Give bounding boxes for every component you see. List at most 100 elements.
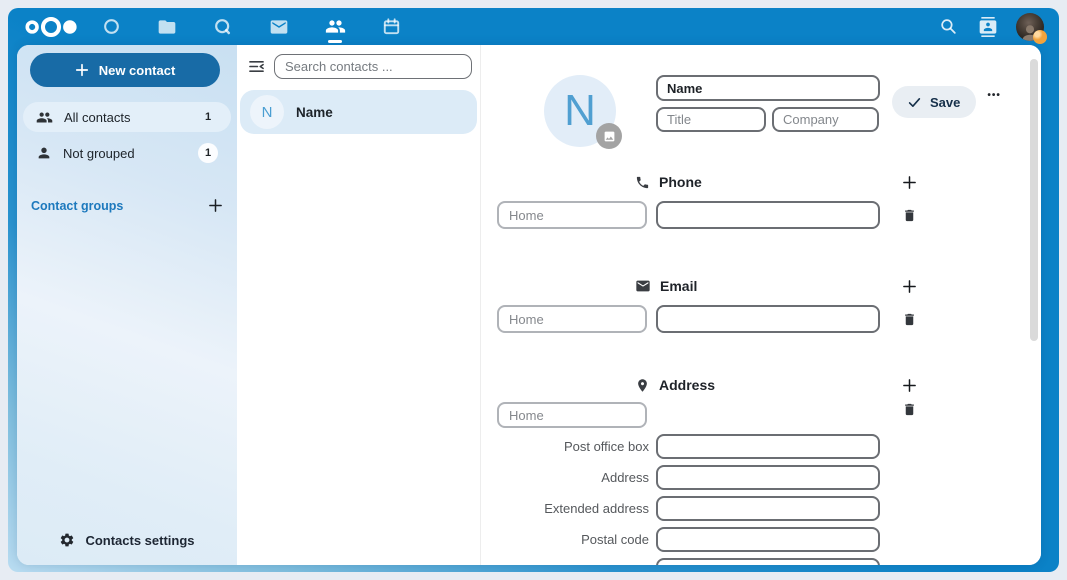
count-badge: 1 [198, 143, 218, 163]
company-input[interactable] [772, 107, 879, 132]
more-actions-icon[interactable]: ••• [987, 86, 1001, 101]
contact-editor: N Save ••• [481, 45, 1041, 565]
search-contacts-input[interactable] [274, 54, 472, 79]
contact-avatar: N [250, 95, 284, 129]
nextcloud-logo-icon[interactable] [22, 16, 80, 38]
plus-icon [208, 198, 223, 213]
trash-icon [902, 402, 917, 417]
sidebar-item-not-grouped[interactable]: Not grouped 1 [23, 138, 231, 168]
city-input[interactable] [656, 558, 880, 565]
contact-big-avatar: N [544, 75, 616, 147]
save-button[interactable]: Save [892, 86, 976, 118]
add-email-button[interactable] [902, 279, 917, 294]
address-field-row: Address [497, 465, 921, 490]
address-field-row: Post office box [497, 434, 921, 459]
phone-section-header: Phone [497, 171, 921, 193]
user-avatar[interactable] [1016, 13, 1044, 41]
scrollbar-thumb[interactable] [1030, 59, 1038, 341]
add-phone-button[interactable] [902, 175, 917, 190]
contact-name-input[interactable] [656, 75, 880, 101]
contact-list-item[interactable]: N Name [240, 90, 477, 134]
address-field-row: Postal code [497, 527, 921, 552]
topbar [8, 8, 1059, 45]
phone-icon [635, 175, 650, 190]
title-input[interactable] [656, 107, 766, 132]
unified-search-icon[interactable] [936, 15, 960, 39]
address-section-header: Address [497, 374, 921, 396]
app-calendar-icon[interactable] [372, 8, 410, 45]
sidebar: New contact All contacts 1 Not grouped 1… [17, 45, 237, 565]
delete-email-button[interactable] [902, 312, 917, 327]
count-badge: 1 [198, 107, 218, 127]
contacts-settings-button[interactable]: Contacts settings [17, 521, 237, 559]
app-files-icon[interactable] [148, 8, 186, 45]
checkmark-icon [908, 96, 921, 109]
address-input[interactable] [656, 465, 880, 490]
contact-groups-row: Contact groups [31, 198, 223, 213]
app-contacts-icon[interactable] [316, 8, 354, 45]
add-group-button[interactable] [208, 198, 223, 213]
postal-code-input[interactable] [656, 527, 880, 552]
user-status-icon [1033, 30, 1047, 44]
topbar-actions [936, 13, 1044, 41]
editor-actions: Save ••• [892, 75, 1001, 147]
address-type-row: Home [497, 402, 921, 428]
collapse-sidebar-icon[interactable] [248, 59, 265, 74]
phone-section-label: Phone [659, 174, 702, 190]
image-icon [603, 130, 616, 143]
add-address-button[interactable] [902, 378, 917, 393]
sidebar-item-label: All contacts [64, 110, 130, 125]
contacts-settings-label: Contacts settings [85, 533, 194, 548]
address-field-row: City [497, 558, 921, 565]
app-dashboard-icon[interactable] [92, 8, 130, 45]
group-icon [36, 109, 53, 126]
address-type-select[interactable]: Home [497, 402, 647, 428]
app-mail-icon[interactable] [260, 8, 298, 45]
contacts-menu-icon[interactable] [976, 15, 1000, 39]
field-label: Postal code [497, 532, 649, 547]
phone-row: Home [497, 201, 921, 229]
extended-address-input[interactable] [656, 496, 880, 521]
contact-groups-header: Contact groups [31, 199, 123, 213]
app-talk-icon[interactable] [204, 8, 242, 45]
trash-icon [902, 312, 917, 327]
content-card: New contact All contacts 1 Not grouped 1… [17, 45, 1041, 565]
name-fields [656, 75, 880, 147]
email-value-input[interactable] [656, 305, 880, 333]
contact-list-column: N Name [237, 45, 481, 565]
plus-icon [902, 279, 917, 294]
new-contact-label: New contact [99, 63, 176, 78]
email-icon [635, 278, 651, 294]
trash-icon [902, 208, 917, 223]
upload-photo-button[interactable] [596, 123, 622, 149]
field-label: Extended address [497, 501, 649, 516]
new-contact-button[interactable]: New contact [30, 53, 220, 87]
delete-address-button[interactable] [902, 402, 917, 417]
post-office-box-input[interactable] [656, 434, 880, 459]
field-label: City [497, 563, 649, 565]
email-section-label: Email [660, 278, 697, 294]
sidebar-item-label: Not grouped [63, 146, 135, 161]
gear-icon [59, 532, 75, 548]
address-section-label: Address [659, 377, 715, 393]
email-section-header: Email [497, 275, 921, 297]
sidebar-item-all-contacts[interactable]: All contacts 1 [23, 102, 231, 132]
email-row: Home [497, 305, 921, 333]
field-label: Post office box [497, 439, 649, 454]
save-label: Save [930, 95, 960, 110]
phone-value-input[interactable] [656, 201, 880, 229]
phone-type-select[interactable]: Home [497, 201, 647, 229]
contact-name: Name [296, 105, 333, 120]
list-header [237, 45, 480, 79]
field-label: Address [497, 470, 649, 485]
plus-icon [902, 175, 917, 190]
editor-header: N Save ••• [481, 45, 1041, 147]
email-type-select[interactable]: Home [497, 305, 647, 333]
plus-icon [902, 378, 917, 393]
address-field-row: Extended address [497, 496, 921, 521]
location-pin-icon [635, 378, 650, 393]
person-icon [36, 145, 52, 161]
delete-phone-button[interactable] [902, 208, 917, 223]
plus-icon [75, 63, 89, 77]
app-window: New contact All contacts 1 Not grouped 1… [8, 8, 1059, 572]
